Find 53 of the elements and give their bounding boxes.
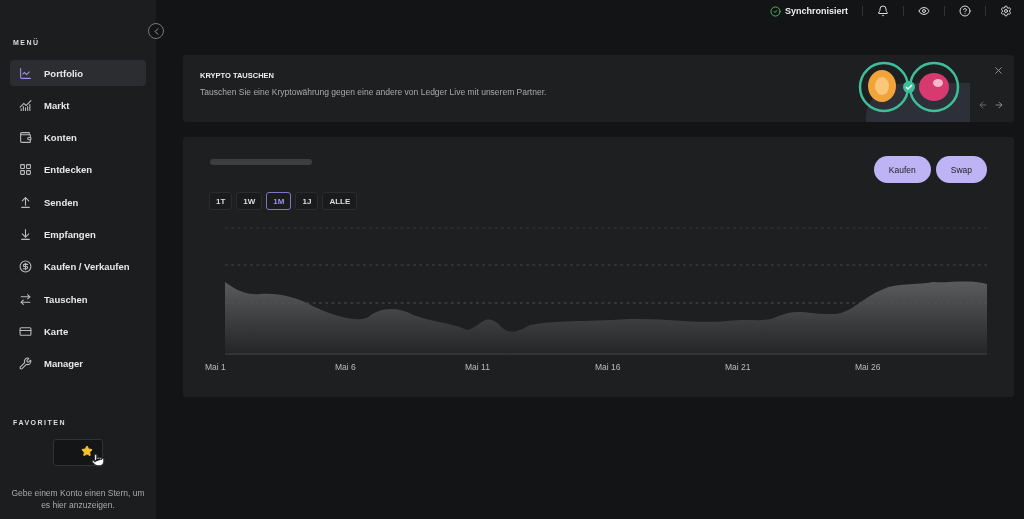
help-button[interactable]	[959, 5, 971, 17]
menu-item[interactable]: Kaufen / Verkaufen	[10, 253, 146, 280]
menu-item[interactable]: Entdecken	[10, 156, 146, 183]
menu-item[interactable]: Konten	[10, 124, 146, 151]
collapse-button[interactable]	[148, 23, 164, 39]
range-tab[interactable]: 1W	[236, 192, 263, 210]
close-button[interactable]	[993, 65, 1004, 76]
wallet-icon	[19, 131, 32, 145]
menu-item[interactable]: Senden	[10, 189, 146, 216]
axis-label: Mai 26	[855, 362, 881, 372]
range-tab[interactable]: 1J	[295, 192, 319, 210]
dollar-circle-icon	[19, 260, 32, 274]
visibility-button[interactable]	[918, 5, 930, 17]
bell-icon	[877, 5, 889, 17]
swap-arrows-icon	[19, 292, 32, 306]
previous-button[interactable]	[978, 100, 988, 110]
card-icon	[19, 324, 32, 338]
eye-icon	[918, 5, 930, 17]
settings-icon	[1000, 5, 1012, 17]
menu-item[interactable]: Tauschen	[10, 286, 146, 313]
axis-label: Mai 21	[725, 362, 751, 372]
axis-label: Mai 6	[335, 362, 356, 372]
grid-icon	[19, 163, 32, 177]
line-chart-icon	[19, 66, 32, 80]
sync-status: Synchronisiert	[769, 5, 848, 17]
menu-item[interactable]: Karte	[10, 318, 146, 345]
next-button[interactable]	[994, 100, 1004, 110]
wrench-icon	[19, 357, 32, 371]
download-icon	[19, 228, 32, 241]
menu-item[interactable]: Manager	[10, 350, 146, 377]
axis-label: Mai 1	[205, 362, 226, 372]
settings-button[interactable]	[1000, 5, 1012, 17]
range-tab[interactable]: 1M	[266, 192, 292, 210]
banner-text: Tauschen Sie eine Kryptowährung gegen eine andere von Ledger Live mit unserem Partner.	[200, 87, 548, 97]
range-tab[interactable]: ALLE	[322, 192, 358, 210]
favorites-hint: Gebe einem Konto einen Stern, um es hier anzuzeigen.	[10, 487, 146, 511]
arrow-right-icon	[994, 100, 1004, 110]
close-icon	[993, 65, 1004, 76]
action-button[interactable]: Swap	[935, 156, 987, 183]
arrow-left-icon	[978, 100, 988, 110]
action-button[interactable]: Kaufen	[873, 156, 931, 183]
check-circle-icon	[769, 5, 781, 17]
help-icon	[959, 5, 971, 17]
menu-item[interactable]: Empfangen	[10, 221, 146, 248]
chart-icon	[19, 98, 32, 112]
axis-label: Mai 16	[595, 362, 621, 372]
notifications-button[interactable]	[877, 5, 889, 17]
menu-item[interactable]: Markt	[10, 92, 146, 119]
axis-label: Mai 11	[465, 362, 490, 372]
upload-icon	[19, 195, 32, 209]
star-icon	[81, 445, 93, 457]
range-tab[interactable]: 1T	[209, 192, 233, 210]
menu-item[interactable]: Portfolio	[10, 60, 146, 86]
